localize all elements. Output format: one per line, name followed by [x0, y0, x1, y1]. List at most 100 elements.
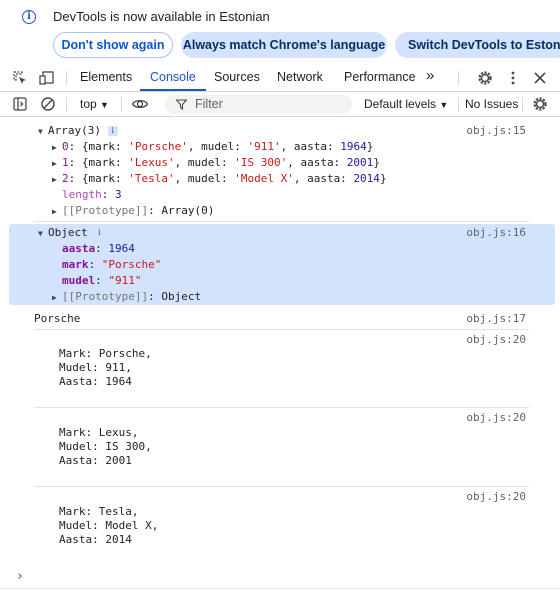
- close-devtools-icon[interactable]: [531, 69, 549, 87]
- context-selector[interactable]: top ▼: [80, 97, 109, 111]
- match-chrome-language-button[interactable]: Always match Chrome's language: [181, 32, 387, 58]
- item-mark: 'Lexus': [128, 156, 175, 169]
- collapsed-triangle-icon: ▶: [52, 293, 57, 302]
- card-line-mark: Mark: Porsche,: [59, 347, 152, 360]
- info-badge-icon: i: [94, 228, 105, 238]
- chevron-down-icon: ▼: [439, 100, 449, 110]
- info-icon: i: [22, 10, 36, 24]
- prototype-value: Object: [161, 290, 202, 303]
- item-index: 2: [62, 172, 69, 185]
- dont-show-again-button[interactable]: Don't show again: [53, 32, 173, 58]
- collapsed-triangle-icon: ▶: [52, 143, 57, 152]
- array-item-0[interactable]: ▶ 0: {mark: 'Porsche', mudel: '911', aast…: [52, 139, 373, 156]
- collapsed-triangle-icon: ▶: [52, 159, 57, 168]
- item-aasta: 1964: [340, 140, 367, 153]
- ctool-divider-2: [121, 97, 122, 112]
- tabbar-divider-2: [458, 71, 459, 86]
- card-line-mudel: Mudel: IS 300,: [59, 440, 152, 453]
- tab-elements[interactable]: Elements: [80, 70, 132, 84]
- length-value: 3: [115, 188, 122, 201]
- object-prop-mudel: mudel: "911": [62, 274, 142, 287]
- tabbar-divider: [66, 71, 67, 86]
- card-line-mark: Mark: Lexus,: [59, 426, 139, 439]
- prop-value: "Porsche": [101, 258, 162, 271]
- console-prompt-chevron-icon[interactable]: ›: [16, 569, 24, 584]
- item-aasta: 2001: [346, 156, 374, 169]
- item-mark: 'Porsche': [128, 140, 188, 153]
- filter-funnel-icon: [176, 99, 187, 110]
- prop-value: 1964: [108, 242, 135, 255]
- console-settings-gear-icon[interactable]: [531, 95, 549, 113]
- filter-placeholder: Filter: [195, 97, 223, 111]
- card-line-mudel: Mudel: Model X,: [59, 519, 159, 532]
- tab-console[interactable]: Console: [150, 70, 196, 84]
- expanded-triangle-icon: ▼: [38, 229, 43, 238]
- array-prototype[interactable]: ▶ [[Prototype]]: Array(0): [52, 203, 214, 220]
- console-log: ▼ Array(3) i obj.js:15 ▶ 0: {mark: 'Porsch…: [0, 118, 560, 590]
- settings-gear-icon[interactable]: [476, 69, 494, 87]
- prop-value: "911": [108, 274, 142, 287]
- object-summary[interactable]: ▼ Object i: [38, 225, 105, 242]
- chevron-down-icon: ▼: [100, 100, 109, 110]
- item-mark: 'Tesla': [128, 172, 175, 185]
- clear-console-icon[interactable]: [39, 95, 57, 113]
- collapsed-triangle-icon: ▶: [52, 175, 57, 184]
- log-levels-dropdown[interactable]: Default levels ▼: [364, 97, 448, 111]
- item-mudel: '911': [247, 140, 281, 153]
- prototype-key: [[Prototype]]: [62, 290, 149, 303]
- source-link[interactable]: obj.js:20: [466, 332, 526, 348]
- device-toolbar-icon[interactable]: [38, 69, 56, 87]
- ctool-divider: [66, 97, 67, 112]
- issues-counter[interactable]: No Issues: [465, 97, 518, 111]
- prop-key: mark: [62, 258, 89, 271]
- source-link[interactable]: obj.js:20: [466, 489, 526, 505]
- object-prototype[interactable]: ▶ [[Prototype]]: Object: [52, 289, 201, 306]
- language-infobar: i DevTools is now available in Estonian …: [0, 0, 560, 64]
- prop-key: mudel: [62, 274, 96, 287]
- card-line-aasta: Aasta: 2014: [59, 533, 132, 546]
- log-separator: [34, 329, 529, 330]
- log-separator: [34, 407, 529, 408]
- prototype-key: [[Prototype]]: [62, 204, 149, 217]
- sidebar-toggle-icon[interactable]: [11, 95, 29, 113]
- item-mudel: 'IS 300': [234, 156, 288, 169]
- item-aasta: 2014: [353, 172, 380, 185]
- log-separator: [34, 486, 529, 487]
- card-line-mudel: Mudel: 911,: [59, 361, 132, 374]
- switch-to-estonian-button[interactable]: Switch DevTools to Estonian: [395, 32, 560, 58]
- array-item-2[interactable]: ▶ 2: {mark: 'Tesla', mudel: 'Model X', aa…: [52, 171, 387, 188]
- expanded-triangle-icon: ▼: [38, 127, 43, 136]
- live-expression-eye-icon[interactable]: [131, 95, 149, 113]
- devtools-tabbar: Elements Console Sources Network Perform…: [0, 64, 560, 92]
- log-separator: [34, 221, 529, 222]
- card-line-aasta: Aasta: 2001: [59, 454, 132, 467]
- info-badge-icon: i: [107, 126, 118, 136]
- array-length: length: 3: [62, 188, 122, 201]
- prototype-value: Array(0): [161, 204, 215, 217]
- context-label: top: [80, 97, 97, 111]
- length-key: length: [62, 188, 102, 201]
- more-tabs-icon[interactable]: »: [426, 67, 434, 84]
- source-link[interactable]: obj.js:15: [466, 123, 526, 139]
- tab-performance[interactable]: Performance: [344, 70, 416, 84]
- item-index: 0: [62, 140, 69, 153]
- tab-network[interactable]: Network: [277, 70, 323, 84]
- log-levels-label: Default levels: [364, 97, 437, 111]
- item-mudel: 'Model X': [234, 172, 294, 185]
- console-toolbar: top ▼ Filter Default levels ▼ No Issues: [0, 92, 560, 117]
- array-item-1[interactable]: ▶ 1: {mark: 'Lexus', mudel: 'IS 300', aas…: [52, 155, 380, 172]
- console-bottom-border: [0, 588, 560, 589]
- tab-sources[interactable]: Sources: [214, 70, 260, 84]
- item-index: 1: [62, 156, 69, 169]
- collapsed-triangle-icon: ▶: [52, 207, 57, 216]
- inspect-element-icon[interactable]: [11, 69, 29, 87]
- filter-input[interactable]: Filter: [165, 95, 352, 114]
- array-summary[interactable]: ▼ Array(3) i: [38, 123, 118, 140]
- card-line-mark: Mark: Tesla,: [59, 505, 139, 518]
- ctool-divider-4: [522, 97, 523, 112]
- source-link[interactable]: obj.js:17: [466, 311, 526, 327]
- active-tab-indicator: [140, 89, 206, 91]
- source-link[interactable]: obj.js:16: [466, 225, 526, 241]
- source-link[interactable]: obj.js:20: [466, 410, 526, 426]
- more-options-icon[interactable]: [504, 69, 522, 87]
